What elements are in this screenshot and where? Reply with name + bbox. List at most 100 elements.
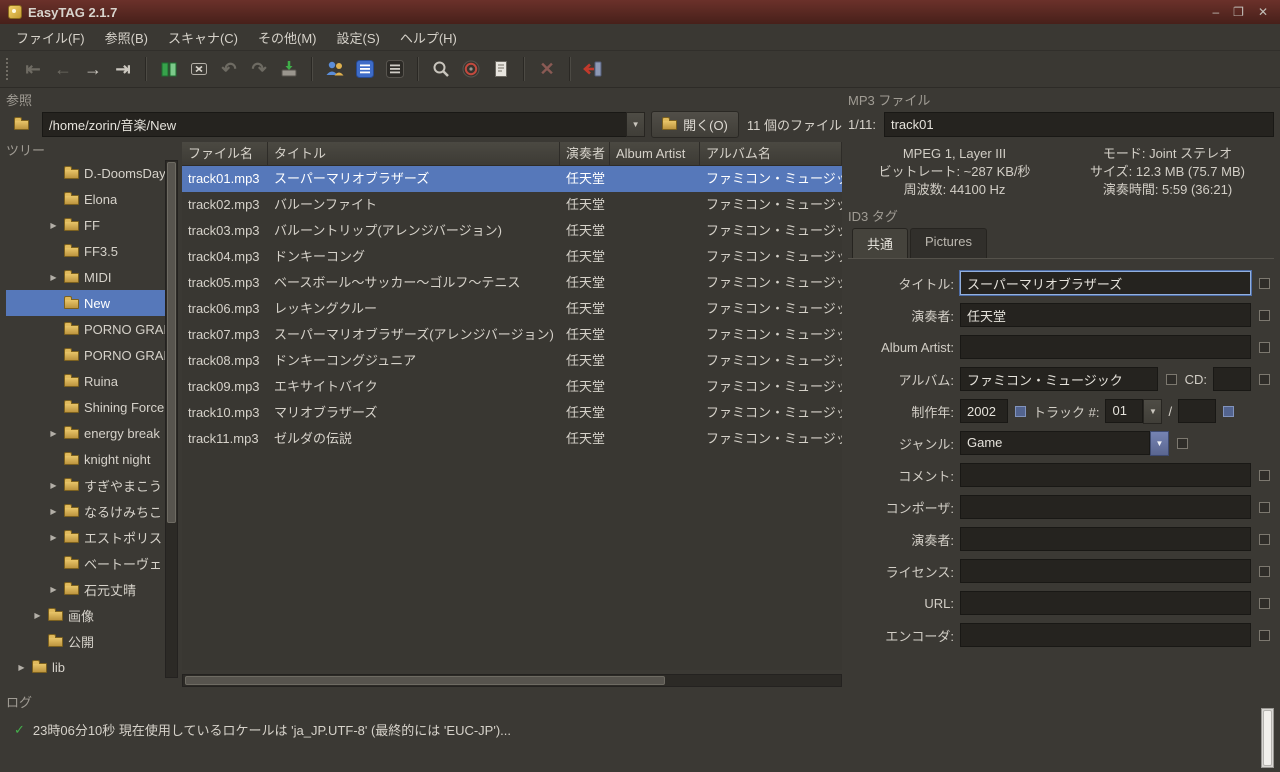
last-file-button[interactable]: ⇥ (109, 55, 137, 83)
title-input[interactable] (960, 271, 1251, 295)
file-row[interactable]: track04.mp3ドンキーコング任天堂ファミコン・ミュージック (182, 244, 842, 270)
save-files-button[interactable] (275, 55, 303, 83)
tree-item[interactable]: ▶ すぎやまこう (6, 472, 165, 498)
file-list-horizontal-scrollbar[interactable] (182, 674, 842, 687)
expander-icon[interactable]: ▶ (48, 221, 59, 230)
composer-checkbox[interactable] (1259, 501, 1270, 513)
tree-item[interactable]: PORNO GRAF (6, 342, 165, 368)
invert-selection-button[interactable] (381, 55, 409, 83)
log-scrollbar-thumb[interactable] (1263, 710, 1272, 766)
encoder-checkbox[interactable] (1259, 629, 1270, 641)
minimize-button[interactable]: – (1212, 5, 1219, 19)
previous-file-button[interactable]: ← (49, 55, 77, 83)
next-file-button[interactable]: → (79, 55, 107, 83)
tab-common[interactable]: 共通 (852, 228, 909, 258)
search-button[interactable] (427, 55, 455, 83)
tree-item[interactable]: Elona (6, 186, 165, 212)
file-row[interactable]: track06.mp3レッキングクルー任天堂ファミコン・ミュージック (182, 296, 842, 322)
expander-icon[interactable]: ▶ (48, 585, 59, 594)
file-row[interactable]: track03.mp3 バルーントリップ(アレンジバージョン) 任天堂 ファミコン・ミ… (182, 218, 842, 244)
expander-icon[interactable]: ▶ (16, 663, 27, 672)
scan-files-button[interactable] (155, 55, 183, 83)
track-number-input[interactable] (1105, 398, 1144, 423)
tree-item-selected[interactable]: New (6, 290, 165, 316)
first-file-button[interactable]: ⇤ (19, 55, 47, 83)
column-filename[interactable]: ファイル名 (182, 142, 268, 166)
go-to-parent-button[interactable] (6, 111, 36, 137)
column-title[interactable]: タイトル (268, 142, 560, 166)
composer-input[interactable] (960, 495, 1251, 519)
log-entry[interactable]: ✓ 23時06分10秒 現在使用しているロケールは 'ja_JP.UTF-8' … (14, 720, 1261, 739)
year-input[interactable] (960, 399, 1008, 423)
remove-tags-button[interactable] (185, 55, 213, 83)
tree-scrollbar[interactable] (165, 160, 178, 678)
genre-checkbox[interactable] (1177, 437, 1188, 449)
tree-item[interactable]: Ruina (6, 368, 165, 394)
column-album-artist[interactable]: Album Artist (610, 142, 700, 166)
cddb-search-button[interactable] (457, 55, 485, 83)
path-dropdown-arrow-icon[interactable]: ▼ (626, 111, 646, 137)
tab-pictures[interactable]: Pictures (910, 228, 987, 258)
tree-item[interactable]: ▶ 画像 (6, 602, 165, 628)
close-button[interactable]: ✕ (1258, 5, 1268, 19)
filename-input[interactable] (883, 112, 1274, 137)
menu-settings[interactable]: 設定(S) (327, 23, 390, 52)
tree-item[interactable]: D.-DoomsDay (6, 160, 165, 186)
menu-help[interactable]: ヘルプ(H) (390, 23, 467, 52)
select-all-files-button[interactable] (351, 55, 379, 83)
url-checkbox[interactable] (1259, 597, 1270, 609)
tree-item[interactable]: knight night (6, 446, 165, 472)
license-checkbox[interactable] (1259, 565, 1270, 577)
expander-icon[interactable]: ▶ (48, 273, 59, 282)
tree-item[interactable]: Shining Force (6, 394, 165, 420)
track-dropdown-arrow-icon[interactable]: ▼ (1143, 398, 1163, 424)
artist-input[interactable] (960, 303, 1251, 327)
artist-checkbox[interactable] (1259, 309, 1270, 321)
file-row[interactable]: track11.mp3ゼルダの伝説任天堂ファミコン・ミュージック (182, 426, 842, 452)
open-button[interactable]: 開く(O) (651, 110, 739, 138)
tree-item[interactable]: ▶ lib (6, 654, 165, 678)
album-artist-checkbox[interactable] (1259, 341, 1270, 353)
file-row[interactable]: track09.mp3エキサイトバイク任天堂ファミコン・ミュージック (182, 374, 842, 400)
original-artist-input[interactable] (960, 527, 1251, 551)
cd-input[interactable] (1213, 367, 1251, 391)
tree-scrollbar-thumb[interactable] (167, 162, 176, 524)
menu-scanner[interactable]: スキャナ(C) (158, 23, 248, 52)
track-mini-button[interactable] (1223, 405, 1235, 417)
tree-item[interactable]: ▶ energy break (6, 420, 165, 446)
encoder-input[interactable] (960, 623, 1251, 647)
tree-item[interactable]: FF3.5 (6, 238, 165, 264)
redo-button[interactable]: ↷ (245, 55, 273, 83)
expander-icon[interactable]: ▶ (48, 533, 59, 542)
show-log-button[interactable] (487, 55, 515, 83)
album-checkbox[interactable] (1165, 373, 1177, 385)
quit-button[interactable] (579, 55, 607, 83)
tree-item[interactable]: PORNO GRAF (6, 316, 165, 342)
log-scrollbar[interactable] (1261, 708, 1274, 768)
menu-file[interactable]: ファイル(F) (6, 23, 95, 52)
year-mini-button[interactable] (1015, 405, 1026, 417)
track-total-input[interactable] (1178, 399, 1217, 423)
tree-item[interactable]: 公開 (6, 628, 165, 654)
file-row[interactable]: track05.mp3 ベースボール〜サッカー〜ゴルフ〜テニス 任天堂 ファミコン・ミ… (182, 270, 842, 296)
artist-album-view-button[interactable] (321, 55, 349, 83)
expander-icon[interactable]: ▶ (48, 429, 59, 438)
url-input[interactable] (960, 591, 1251, 615)
comment-input[interactable] (960, 463, 1251, 487)
tree-item[interactable]: ▶ なるけみちこ (6, 498, 165, 524)
expander-icon[interactable]: ▶ (48, 507, 59, 516)
file-row[interactable]: track02.mp3バルーンファイト任天堂ファミコン・ミュージック (182, 192, 842, 218)
album-input[interactable] (960, 367, 1158, 391)
menu-misc[interactable]: その他(M) (248, 23, 327, 52)
menu-browse[interactable]: 参照(B) (95, 23, 158, 52)
file-row[interactable]: track10.mp3マリオブラザーズ任天堂ファミコン・ミュージック (182, 400, 842, 426)
scrollbar-thumb[interactable] (185, 676, 666, 685)
tree-item[interactable]: ベートーヴェ (6, 550, 165, 576)
comment-checkbox[interactable] (1259, 469, 1270, 481)
file-row[interactable]: track07.mp3 スーパーマリオブラザーズ(アレンジバージョン) 任天堂 ファミ… (182, 322, 842, 348)
license-input[interactable] (960, 559, 1251, 583)
column-album[interactable]: アルバム名 (700, 142, 842, 166)
maximize-button[interactable]: ❐ (1233, 5, 1244, 19)
undo-button[interactable]: ↶ (215, 55, 243, 83)
original-artist-checkbox[interactable] (1259, 533, 1270, 545)
